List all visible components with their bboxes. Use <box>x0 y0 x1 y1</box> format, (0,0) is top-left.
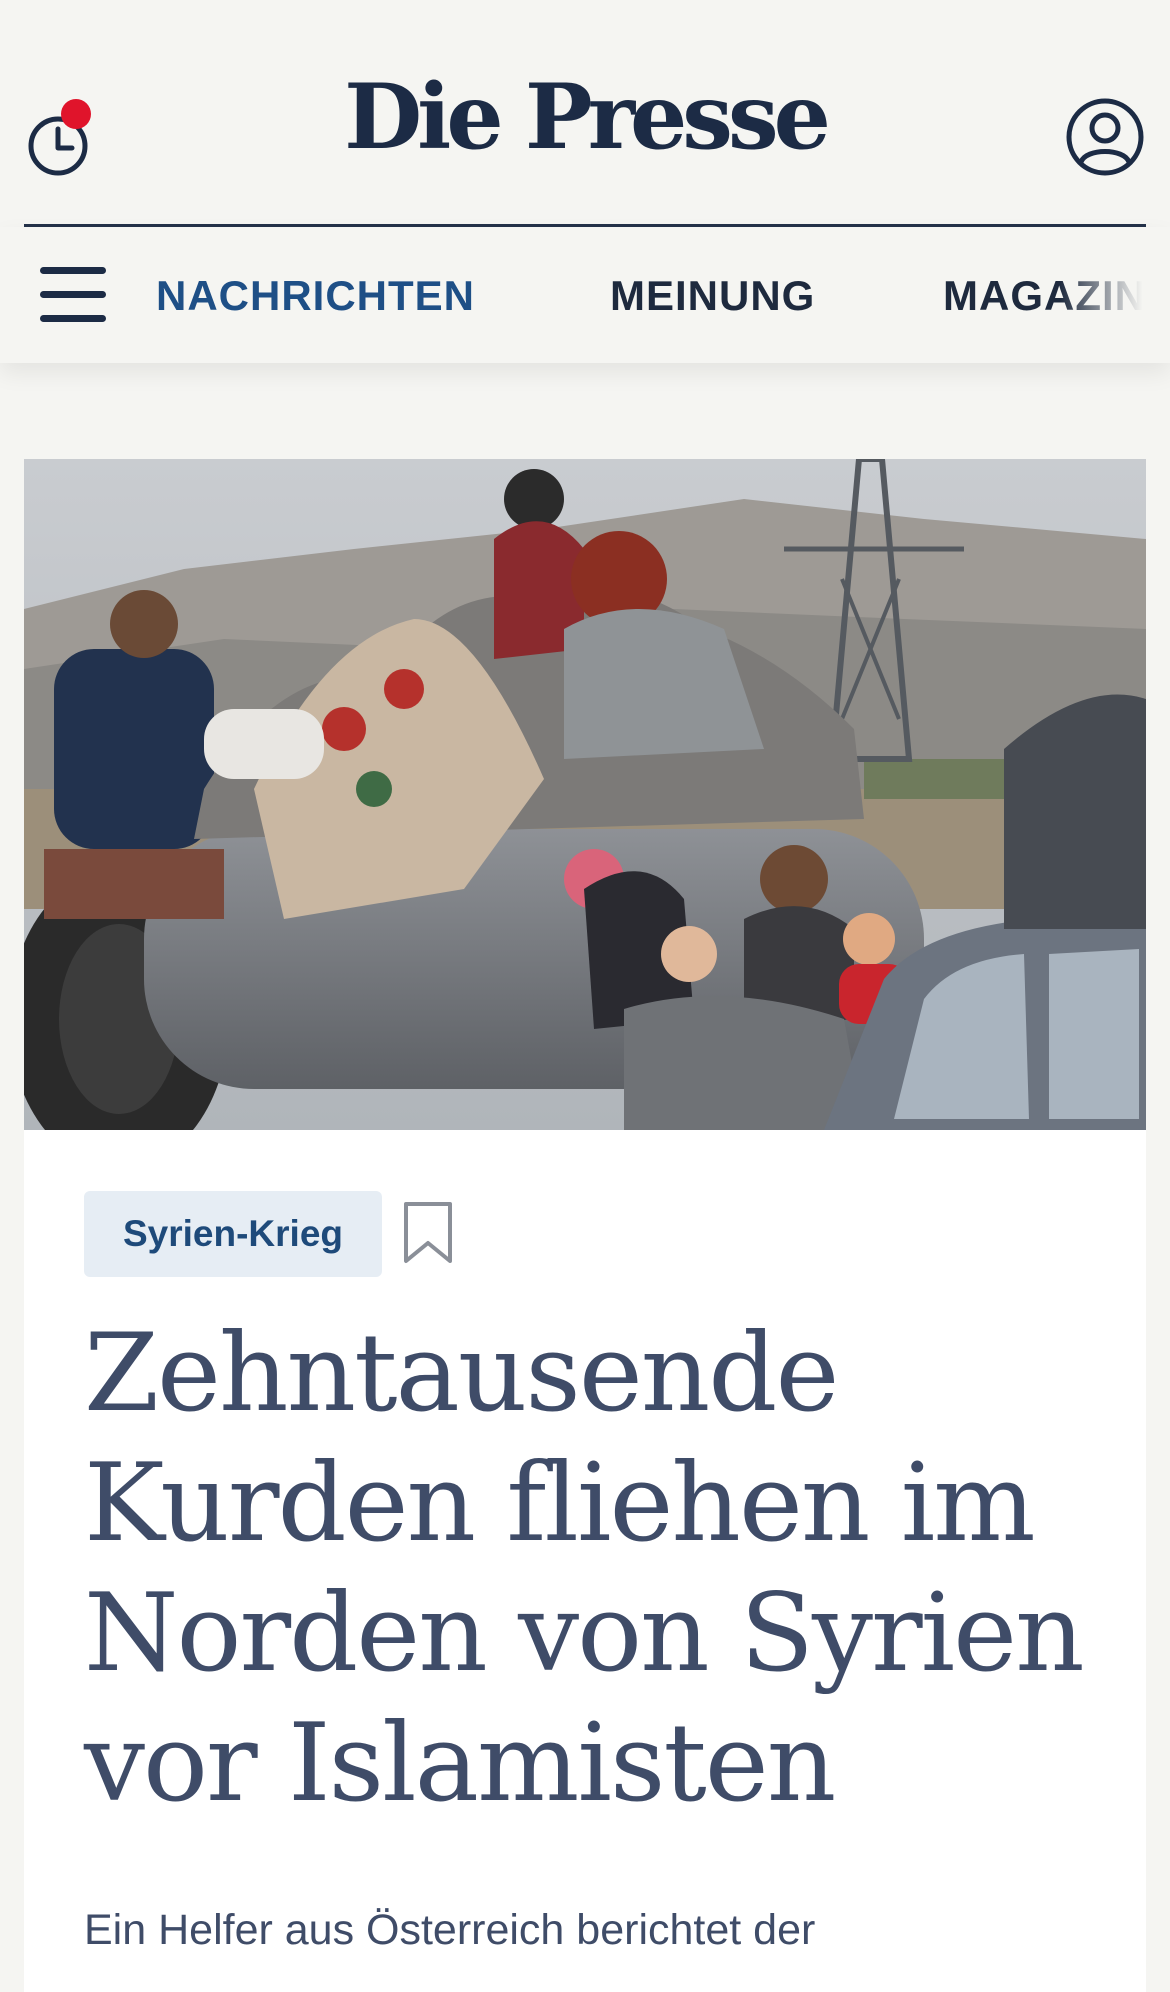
account-button[interactable] <box>1064 96 1146 178</box>
hero-photo[interactable] <box>24 459 1146 1130</box>
topic-tag[interactable]: Syrien-Krieg <box>84 1191 382 1277</box>
section-nav: NACHRICHTEN MEINUNG MAGAZIN <box>0 227 1170 363</box>
nav-item-nachrichten[interactable]: NACHRICHTEN <box>156 272 475 319</box>
bookmark-button[interactable] <box>402 1201 454 1265</box>
article-lead: Ein Helfer aus Österreich berichtet der <box>84 1906 816 1954</box>
bookmark-icon <box>404 1202 452 1263</box>
brand-logo[interactable]: Die Presse <box>0 72 1170 162</box>
nav-item-meinung[interactable]: MEINUNG <box>610 272 815 319</box>
hamburger-menu-icon[interactable] <box>40 267 106 323</box>
hero-photo-illustration <box>24 459 1146 1130</box>
site-header: Die Presse <box>0 0 1170 227</box>
user-circle-icon <box>1066 98 1144 176</box>
article-headline: Zehntausende Kurden fliehen im Norden vo… <box>84 1311 1085 1826</box>
nav-scroll-fade <box>1060 227 1170 363</box>
page: Die Presse NACHRICHTEN MEINUNG MAGAZIN S… <box>0 0 1170 1992</box>
article-card: Syrien-Krieg Zehntausende Kurden fliehen… <box>24 459 1146 1992</box>
